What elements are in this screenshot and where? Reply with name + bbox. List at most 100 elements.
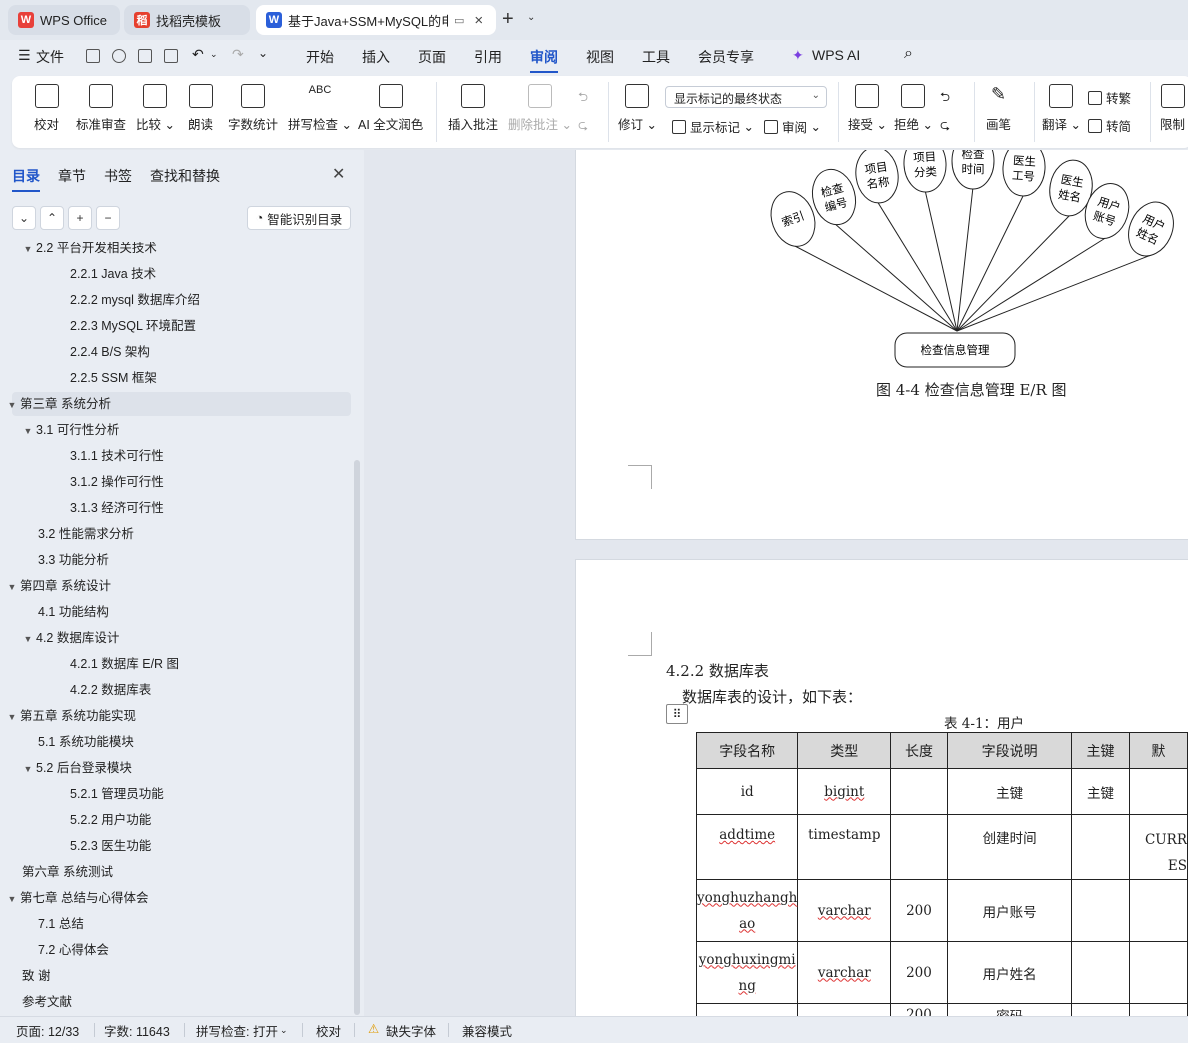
table-cell[interactable] [1071, 1003, 1130, 1016]
print-preview-icon[interactable] [164, 49, 178, 63]
expand-triangle-icon[interactable]: ▼ [4, 393, 20, 417]
menu-page[interactable]: 页面 [418, 47, 446, 67]
menu-file[interactable]: 文件 [36, 47, 64, 67]
menu-references[interactable]: 引用 [474, 47, 502, 67]
table-cell[interactable]: CURR ES [1128, 814, 1188, 880]
ai-polish-button[interactable]: AI 全文润色 [358, 84, 423, 133]
section-heading[interactable]: 4.2.2 数据库表 [666, 660, 769, 681]
export-icon[interactable] [112, 49, 126, 63]
tab-wps-office[interactable]: W WPS Office [8, 5, 120, 35]
toc-item[interactable]: 2.2.3 MySQL 环境配置 [0, 314, 352, 338]
toc-item[interactable]: ▼ 第七章 总结与心得体会 [0, 886, 352, 910]
chevron-down-icon[interactable]: ⌄ [527, 12, 535, 23]
table-cell[interactable] [1128, 941, 1188, 1004]
table-header-cell[interactable]: 长度 [890, 732, 948, 769]
expand-up-button[interactable]: ⌃ [40, 206, 64, 230]
toc-item[interactable]: ▼ 第三章 系统分析 [8, 392, 351, 416]
table-header-cell[interactable]: 默 [1128, 732, 1188, 769]
reject-button[interactable]: 拒绝 ⌄ [894, 84, 933, 133]
table-move-handle[interactable]: ⠿ [666, 704, 688, 724]
toc-item[interactable]: 致 谢 [0, 964, 352, 988]
prev-comment-icon[interactable]: ⮌ [578, 88, 588, 109]
table-cell[interactable]: bigint [797, 768, 892, 815]
table-cell[interactable] [1128, 879, 1188, 942]
next-comment-icon[interactable]: ⮎ [578, 116, 588, 137]
tab-current-document[interactable]: W 基于Java+SSM+MySQL的电 ▭ × [256, 5, 496, 35]
to-simplified-button[interactable]: 转简 [1088, 116, 1131, 135]
menu-home[interactable]: 开始 [306, 47, 334, 67]
expand-triangle-icon[interactable]: ▼ [20, 242, 36, 261]
table-cell[interactable] [1128, 768, 1188, 815]
smart-toc-button[interactable]: ◔ 智能识别目录 [247, 206, 351, 230]
toc-item[interactable]: 3.1.3 经济可行性 [0, 496, 352, 520]
table-cell[interactable]: 用户账号 [946, 879, 1073, 942]
toc-item[interactable]: ▼ 5.2 后台登录模块 [0, 756, 352, 780]
toc-item[interactable]: 参考文献 [0, 990, 352, 1014]
table-cell[interactable]: 200 [890, 941, 948, 1004]
menu-insert[interactable]: 插入 [362, 47, 390, 67]
pen-button[interactable]: ✎ 画笔 [986, 84, 1011, 133]
hamburger-menu-icon[interactable]: ☰ [18, 47, 31, 64]
spell-check-button[interactable]: ABC 拼写检查 ⌄ [288, 84, 352, 133]
restrict-editing-button[interactable]: 限制 [1160, 84, 1185, 133]
toc-item[interactable]: 4.1 功能结构 [0, 600, 352, 624]
table-cell[interactable]: yonghuzhangh ao [695, 879, 799, 942]
menu-member[interactable]: 会员专享 [698, 47, 754, 67]
toc-item[interactable]: ▼ 2.2 平台开发相关技术 [0, 242, 352, 260]
table-cell[interactable] [1071, 941, 1130, 1004]
read-aloud-button[interactable]: 朗读 [188, 84, 213, 133]
table-header-cell[interactable]: 类型 [797, 732, 892, 769]
menu-review[interactable]: 审阅 [530, 47, 558, 73]
table-cell[interactable] [890, 814, 948, 880]
toc-item[interactable]: 2.2.5 SSM 框架 [0, 366, 352, 390]
toc-item[interactable]: ▼ 3.1 可行性分析 [0, 418, 352, 442]
expand-triangle-icon[interactable]: ▼ [4, 575, 20, 599]
word-count[interactable]: 字数: 11643 [104, 1021, 170, 1040]
table-header-cell[interactable]: 字段说明 [946, 732, 1073, 769]
toc-item[interactable]: 3.3 功能分析 [0, 548, 352, 572]
toc-item[interactable]: 第六章 系统测试 [0, 860, 352, 884]
redo-icon[interactable]: ↷ [232, 46, 244, 63]
proofread-status[interactable]: 校对 [316, 1021, 341, 1040]
intro-paragraph[interactable]: 数据库表的设计，如下表： [682, 686, 862, 707]
expand-triangle-icon[interactable]: ▼ [4, 887, 20, 911]
markup-state-select[interactable]: 显示标记的最终状态 ⌄ [665, 86, 827, 108]
collapse-all-button[interactable]: ⌄ [12, 206, 36, 230]
add-heading-button[interactable]: + [68, 206, 92, 230]
compare-button[interactable]: 比较 ⌄ [136, 84, 175, 133]
new-tab-button[interactable]: + [502, 8, 514, 31]
proofread-button[interactable]: 校对 [34, 84, 59, 133]
accept-button[interactable]: 接受 ⌄ [848, 84, 887, 133]
table-cell[interactable]: varchar [797, 879, 892, 942]
table-cell[interactable]: 用户姓名 [946, 941, 1073, 1004]
table-cell[interactable] [890, 768, 948, 815]
word-count-button[interactable]: 字数统计 [228, 84, 278, 133]
print-icon[interactable] [138, 49, 152, 63]
delete-comment-button[interactable]: 删除批注 ⌄ [508, 84, 572, 133]
table-cell[interactable]: 创建时间 [946, 814, 1073, 880]
tab-docer-template[interactable]: 稻 找稻壳模板 [124, 5, 250, 35]
toc-item[interactable]: 5.2.2 用户功能 [0, 808, 352, 832]
standard-review-button[interactable]: 标准审查 [76, 84, 126, 133]
save-icon[interactable] [86, 49, 100, 63]
table-cell[interactable] [1071, 814, 1130, 880]
next-change-icon[interactable]: ⮎ [940, 116, 950, 137]
toc-item[interactable]: 4.2.1 数据库 E/R 图 [0, 652, 352, 676]
undo-icon[interactable]: ↶ [192, 46, 204, 63]
revise-button[interactable]: 修订 ⌄ [618, 84, 657, 133]
table-cell[interactable]: varchar [797, 941, 892, 1004]
translate-button[interactable]: 翻译 ⌄ [1042, 84, 1081, 133]
table-cell[interactable]: 主键 [946, 768, 1073, 815]
insert-comment-button[interactable]: 插入批注 [448, 84, 498, 133]
menu-tools[interactable]: 工具 [642, 47, 670, 67]
table-cell[interactable] [695, 1003, 799, 1016]
expand-triangle-icon[interactable]: ▼ [20, 627, 36, 651]
table-cell[interactable]: timestamp [797, 814, 892, 880]
expand-triangle-icon[interactable]: ▼ [4, 705, 20, 729]
prev-change-icon[interactable]: ⮌ [940, 88, 950, 109]
table-cell[interactable]: 200 [890, 1003, 948, 1016]
toc-item[interactable]: 7.1 总结 [0, 912, 352, 936]
table-cell[interactable]: 主键 [1071, 768, 1130, 815]
quick-access-more-icon[interactable]: ⌄ [258, 46, 268, 60]
menu-wps-ai[interactable]: WPS AI [812, 47, 860, 63]
